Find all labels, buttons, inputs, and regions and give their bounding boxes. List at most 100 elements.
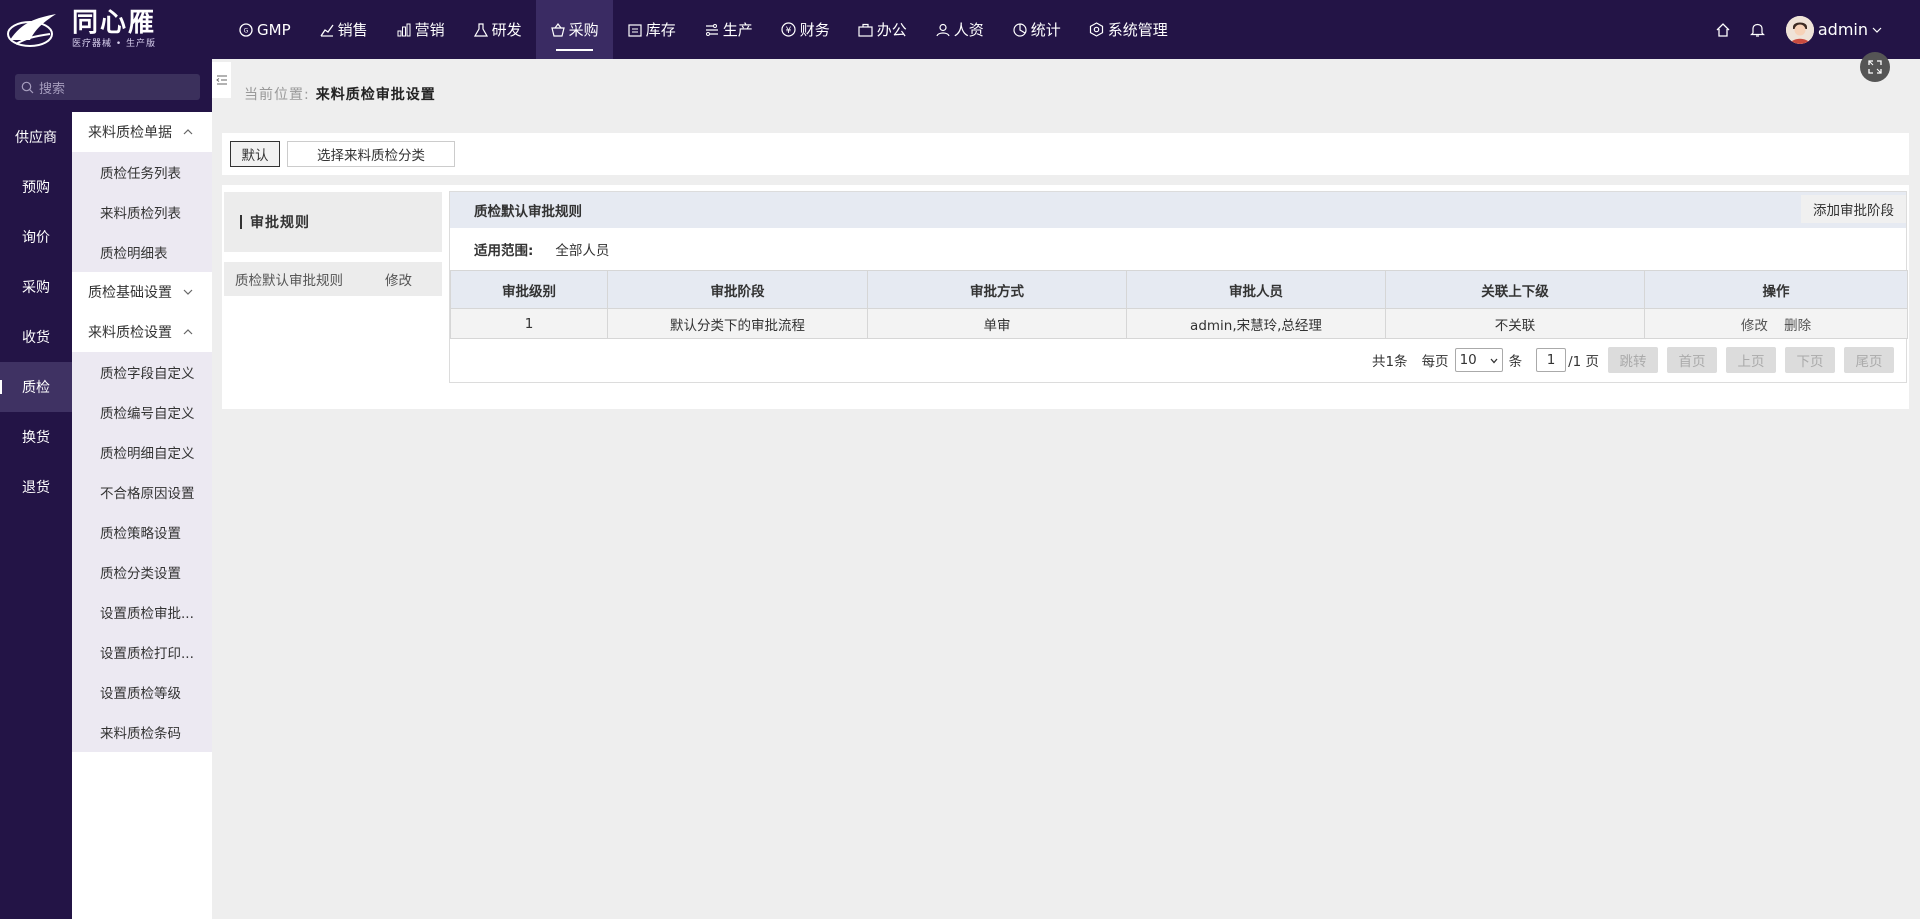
cell-method: 单审 xyxy=(867,308,1127,339)
side1-label: 预购 xyxy=(22,180,50,196)
nav-label: 销售 xyxy=(337,21,368,39)
side2-group-basic-settings[interactable]: 质检基础设置 xyxy=(72,272,212,312)
nav-system[interactable]: 系统管理 xyxy=(1075,0,1182,59)
side1-item-receiving[interactable]: 收货 xyxy=(0,312,72,362)
nav-marketing[interactable]: 营销 xyxy=(382,0,459,59)
rule-edit-link[interactable]: 修改 xyxy=(385,269,412,289)
add-approval-stage-button[interactable]: 添加审批阶段 xyxy=(1801,195,1906,223)
rule-item-default[interactable]: 质检默认审批规则 修改 xyxy=(224,262,442,296)
next-page-button[interactable]: 下页 xyxy=(1785,347,1835,373)
briefcase-icon xyxy=(858,22,874,38)
side2-item-task-list[interactable]: 质检任务列表 xyxy=(72,152,212,192)
chevron-down-icon xyxy=(1490,358,1498,364)
nav-production[interactable]: 生产 xyxy=(690,0,767,59)
column-header: 审批人员 xyxy=(1126,270,1386,309)
side2-item-detail-custom[interactable]: 质检明细自定义 xyxy=(72,432,212,472)
side2-item-inspection-list[interactable]: 来料质检列表 xyxy=(72,192,212,232)
pie-icon xyxy=(1012,22,1028,38)
side2-item-print[interactable]: 设置质检打印... xyxy=(72,632,212,672)
side2-item-grade[interactable]: 设置质检等级 xyxy=(72,672,212,712)
side2-item-label: 设置质检等级 xyxy=(100,686,181,702)
nav-hr[interactable]: 人资 xyxy=(921,0,998,59)
last-page-button[interactable]: 尾页 xyxy=(1844,347,1894,373)
search-icon xyxy=(21,81,34,93)
gmp-icon: G xyxy=(238,22,254,38)
table-header-row: 审批级别 审批阶段 审批方式 审批人员 关联上下级 操作 xyxy=(450,270,1908,309)
chevron-down-icon[interactable] xyxy=(1872,25,1882,35)
side2-item-label: 不合格原因设置 xyxy=(100,486,195,502)
nav-gmp[interactable]: G GMP xyxy=(224,0,305,59)
collapse-sidebar-button[interactable] xyxy=(212,62,231,98)
side1-item-supplier[interactable]: 供应商 xyxy=(0,112,72,162)
search-input[interactable]: 搜索 xyxy=(15,74,200,100)
nav-finance[interactable]: ¥ 财务 xyxy=(767,0,844,59)
side1-item-prepurchase[interactable]: 预购 xyxy=(0,162,72,212)
nav-label: 办公 xyxy=(876,21,907,39)
nav-label: 人资 xyxy=(953,21,984,39)
nav-inventory[interactable]: 库存 xyxy=(613,0,690,59)
row-delete-link[interactable]: 删除 xyxy=(1784,318,1811,334)
side2-group-inspection-settings[interactable]: 来料质检设置 xyxy=(72,312,212,352)
side1-label: 换货 xyxy=(22,430,50,446)
basket-icon xyxy=(550,22,566,38)
side2-item-strategy[interactable]: 质检策略设置 xyxy=(72,512,212,552)
nav-rnd[interactable]: 研发 xyxy=(459,0,536,59)
logo[interactable]: 同心雁 医疗器械 • 生产版 xyxy=(0,0,212,59)
tab-label: 默认 xyxy=(241,148,269,164)
column-header: 关联上下级 xyxy=(1385,270,1645,309)
person-icon xyxy=(935,22,951,38)
production-icon xyxy=(704,22,720,38)
page-size-select[interactable]: 10 xyxy=(1454,348,1503,372)
side1-item-return[interactable]: 退货 xyxy=(0,462,72,512)
first-page-button[interactable]: 首页 xyxy=(1667,347,1717,373)
side1-item-inquiry[interactable]: 询价 xyxy=(0,212,72,262)
user-name[interactable]: admin xyxy=(1818,20,1868,39)
nav-purchase[interactable]: 采购 xyxy=(535,0,613,59)
hexagon-gear-icon xyxy=(1089,22,1105,38)
side1-item-inspection[interactable]: 质检 xyxy=(0,362,72,412)
side2-item-label: 质检编号自定义 xyxy=(100,406,195,422)
column-header: 审批级别 xyxy=(450,270,608,309)
jump-button[interactable]: 跳转 xyxy=(1608,347,1658,373)
side2-item-label: 质检字段自定义 xyxy=(100,366,195,382)
search-placeholder: 搜索 xyxy=(39,81,66,97)
side2-item-approval[interactable]: 设置质检审批... xyxy=(72,592,212,632)
prev-page-button[interactable]: 上页 xyxy=(1726,347,1776,373)
side1-item-exchange[interactable]: 换货 xyxy=(0,412,72,462)
row-edit-link[interactable]: 修改 xyxy=(1741,318,1768,334)
nav-label: 系统管理 xyxy=(1107,21,1168,39)
side2-item-category[interactable]: 质检分类设置 xyxy=(72,552,212,592)
main-nav: G GMP 销售 营销 研发 采购 库存 生产 ¥ 财务 办公 人资 统计 系统… xyxy=(224,0,1182,59)
expand-icon xyxy=(1868,60,1882,74)
tab-choose-category[interactable]: 选择来料质检分类 xyxy=(287,141,455,167)
nav-stats[interactable]: 统计 xyxy=(998,0,1075,59)
tab-label: 选择来料质检分类 xyxy=(317,148,425,164)
side2-group-documents[interactable]: 来料质检单据 xyxy=(72,112,212,152)
side2-item-label: 设置质检审批... xyxy=(100,606,194,622)
nav-label: 统计 xyxy=(1030,21,1061,39)
rules-list: 审批规则 质检默认审批规则 修改 xyxy=(224,192,442,296)
app-subtitle: 医疗器械 • 生产版 xyxy=(72,39,157,49)
nav-office[interactable]: 办公 xyxy=(844,0,921,59)
page-number-input[interactable]: 1 xyxy=(1536,348,1567,372)
approval-table: 审批级别 审批阶段 审批方式 审批人员 关联上下级 操作 1 默认分类下的审批流… xyxy=(450,270,1908,339)
side2-item-label: 质检任务列表 xyxy=(100,166,181,182)
side1-label: 收货 xyxy=(22,330,50,346)
side2-item-label: 来料质检条码 xyxy=(100,726,181,742)
side2-item-reject-reasons[interactable]: 不合格原因设置 xyxy=(72,472,212,512)
side1-item-purchase[interactable]: 采购 xyxy=(0,262,72,312)
avatar[interactable] xyxy=(1785,15,1814,44)
side2-item-barcode[interactable]: 来料质检条码 xyxy=(72,712,212,752)
side2-item-number-custom[interactable]: 质检编号自定义 xyxy=(72,392,212,432)
home-icon[interactable] xyxy=(1714,21,1732,39)
side2-item-field-custom[interactable]: 质检字段自定义 xyxy=(72,352,212,392)
scope-label: 适用范围: xyxy=(474,243,534,259)
nav-sales[interactable]: 销售 xyxy=(305,0,382,59)
fullscreen-button[interactable] xyxy=(1860,52,1890,82)
nav-label: 营销 xyxy=(414,21,445,39)
side1-label: 询价 xyxy=(22,230,50,246)
bell-icon[interactable] xyxy=(1749,21,1767,39)
tab-default[interactable]: 默认 xyxy=(230,141,280,167)
chart-icon xyxy=(319,22,335,38)
side2-item-detail-list[interactable]: 质检明细表 xyxy=(72,232,212,272)
